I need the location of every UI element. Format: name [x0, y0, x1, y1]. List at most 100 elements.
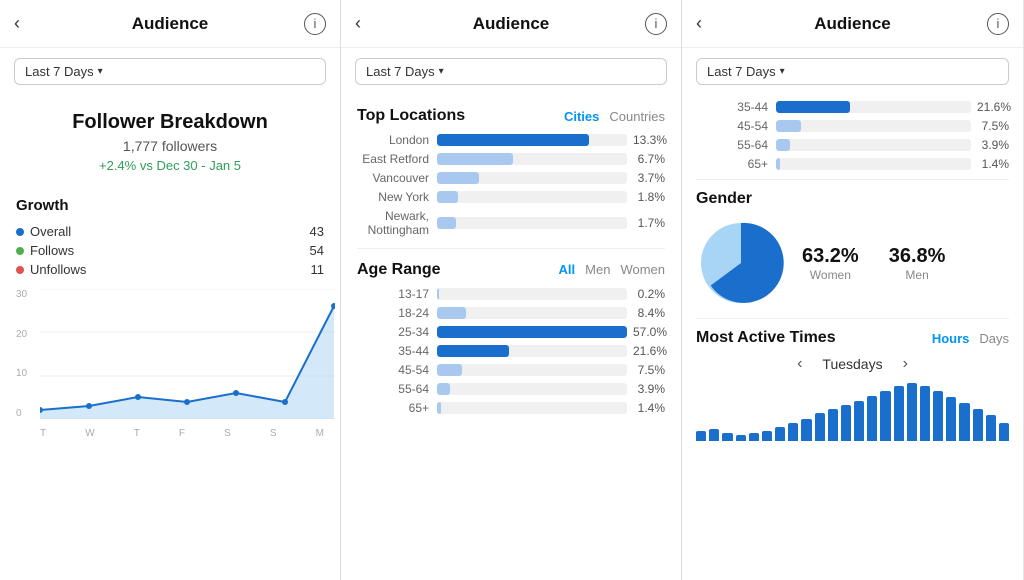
- active-tabs: Hours Days: [932, 331, 1009, 346]
- men-name: Men: [889, 268, 946, 282]
- age-range-title: Age Range: [357, 261, 441, 279]
- women-name: Women: [802, 268, 859, 282]
- panel-1-header: ‹ Audience i: [0, 0, 340, 48]
- follows-dot: [16, 247, 24, 255]
- info-icon-1[interactable]: i: [304, 13, 326, 35]
- gender-labels: 63.2% Women 36.8% Men: [802, 245, 945, 282]
- hour-bar-1: [709, 429, 719, 441]
- growth-follows: Follows 54: [16, 241, 324, 260]
- follows-value: 54: [310, 243, 324, 258]
- next-day-arrow[interactable]: ›: [903, 355, 908, 373]
- hour-bar-14: [880, 391, 890, 441]
- bar-vancouver: Vancouver 3.7%: [357, 171, 665, 185]
- men-pct: 36.8%: [889, 245, 946, 268]
- bar-45-54: 45-54 7.5%: [357, 363, 665, 377]
- date-dropdown-3[interactable]: Last 7 Days ▾: [696, 58, 1009, 85]
- info-icon-3[interactable]: i: [987, 13, 1009, 35]
- chart-svg: [40, 289, 335, 419]
- info-icon-2[interactable]: i: [645, 13, 667, 35]
- bar-18-24: 18-24 8.4%: [357, 306, 665, 320]
- bar-east-retford: East Retford 6.7%: [357, 152, 665, 166]
- chart-svg-wrap: [40, 289, 324, 424]
- follower-breakdown: Follower Breakdown 1,777 followers +2.4%…: [16, 95, 324, 183]
- panel-1-title: Audience: [132, 14, 209, 34]
- panel-2-content: Top Locations Cities Countries London 13…: [341, 95, 681, 580]
- tab-hours[interactable]: Hours: [932, 331, 970, 346]
- follower-count: 1,777 followers: [16, 138, 324, 154]
- bar-55-64: 55-64 3.9%: [357, 382, 665, 396]
- panel-3-title: Audience: [814, 14, 891, 34]
- p3-bar-65-plus: 65+ 1.4%: [696, 157, 1009, 171]
- growth-overall: Overall 43: [16, 222, 324, 241]
- women-label: 63.2% Women: [802, 245, 859, 282]
- hour-bar-4: [749, 433, 759, 441]
- hour-bar-13: [867, 396, 877, 441]
- hour-bar-6: [775, 427, 785, 441]
- bar-65-plus: 65+ 1.4%: [357, 401, 665, 415]
- hour-bar-3: [736, 435, 746, 441]
- hour-bar-22: [986, 415, 996, 441]
- unfollows-dot: [16, 266, 24, 274]
- panel-3-content: 35-44 21.6% 45-54 7.5% 55-64 3.9% 65+ 1.…: [682, 95, 1023, 580]
- chevron-down-icon-2: ▾: [439, 66, 444, 77]
- day-nav: ‹ Tuesdays ›: [696, 355, 1009, 373]
- hour-bar-20: [959, 403, 969, 441]
- women-pct: 63.2%: [802, 245, 859, 268]
- follower-change: +2.4% vs Dec 30 - Jan 5: [16, 158, 324, 173]
- bar-london: London 13.3%: [357, 133, 665, 147]
- date-dropdown-2[interactable]: Last 7 Days ▾: [355, 58, 667, 85]
- bar-newark: Newark,Nottingham 1.7%: [357, 209, 665, 238]
- back-icon-1[interactable]: ‹: [14, 13, 20, 34]
- overall-value: 43: [310, 224, 324, 239]
- date-dropdown-1[interactable]: Last 7 Days ▾: [14, 58, 326, 85]
- tab-women[interactable]: Women: [620, 262, 665, 277]
- men-label: 36.8% Men: [889, 245, 946, 282]
- hour-bar-11: [841, 405, 851, 441]
- gender-title: Gender: [696, 190, 1009, 208]
- growth-section: Growth Overall 43 Follows 54 Unfollows: [16, 197, 324, 279]
- hour-bar-15: [894, 386, 904, 441]
- hour-bar-18: [933, 391, 943, 441]
- panel-2-header: ‹ Audience i: [341, 0, 681, 48]
- hour-bar-23: [999, 423, 1009, 441]
- panel-1: ‹ Audience i Last 7 Days ▾ Follower Brea…: [0, 0, 341, 580]
- location-bars: London 13.3% East Retford 6.7% Vancouver…: [357, 133, 665, 238]
- unfollows-value: 11: [311, 262, 325, 277]
- bar-13-17: 13-17 0.2%: [357, 287, 665, 301]
- chart-xaxis: TWTFSSM: [40, 428, 324, 439]
- top-locations-header: Top Locations Cities Countries: [357, 107, 665, 125]
- top-locations-title: Top Locations: [357, 107, 465, 125]
- growth-title: Growth: [16, 197, 324, 214]
- hour-bar-9: [815, 413, 825, 441]
- age-bars: 13-17 0.2% 18-24 8.4% 25-34 57.0% 35-44 …: [357, 287, 665, 415]
- prev-day-arrow[interactable]: ‹: [797, 355, 802, 373]
- age-tabs: All Men Women: [559, 262, 665, 277]
- divider-1: [357, 248, 665, 249]
- gender-pie: [696, 218, 786, 308]
- tab-days[interactable]: Days: [979, 331, 1009, 346]
- gender-section: Gender: [696, 179, 1009, 319]
- back-icon-3[interactable]: ‹: [696, 13, 702, 34]
- hour-bar-12: [854, 401, 864, 441]
- age-range-header: Age Range All Men Women: [357, 261, 665, 279]
- hour-bar-17: [920, 386, 930, 441]
- follower-breakdown-title: Follower Breakdown: [16, 111, 324, 134]
- hour-bar-0: [696, 431, 706, 441]
- back-icon-2[interactable]: ‹: [355, 13, 361, 34]
- panel-3: ‹ Audience i Last 7 Days ▾ 35-44 21.6% 4…: [682, 0, 1023, 580]
- tab-all[interactable]: All: [559, 262, 576, 277]
- tab-men[interactable]: Men: [585, 262, 610, 277]
- chevron-down-icon-3: ▾: [780, 66, 785, 77]
- tab-cities[interactable]: Cities: [564, 109, 599, 124]
- hour-bar-10: [828, 409, 838, 441]
- hour-bar-7: [788, 423, 798, 441]
- bar-25-34: 25-34 57.0%: [357, 325, 665, 339]
- hour-bar-19: [946, 397, 956, 441]
- hour-bar-21: [973, 409, 983, 441]
- growth-unfollows: Unfollows 11: [16, 260, 324, 279]
- panel-2-title: Audience: [473, 14, 550, 34]
- gender-chart: 63.2% Women 36.8% Men: [696, 218, 1009, 308]
- tab-countries[interactable]: Countries: [609, 109, 665, 124]
- most-active-section: Most Active Times Hours Days ‹ Tuesdays …: [696, 329, 1009, 441]
- most-active-header: Most Active Times Hours Days: [696, 329, 1009, 347]
